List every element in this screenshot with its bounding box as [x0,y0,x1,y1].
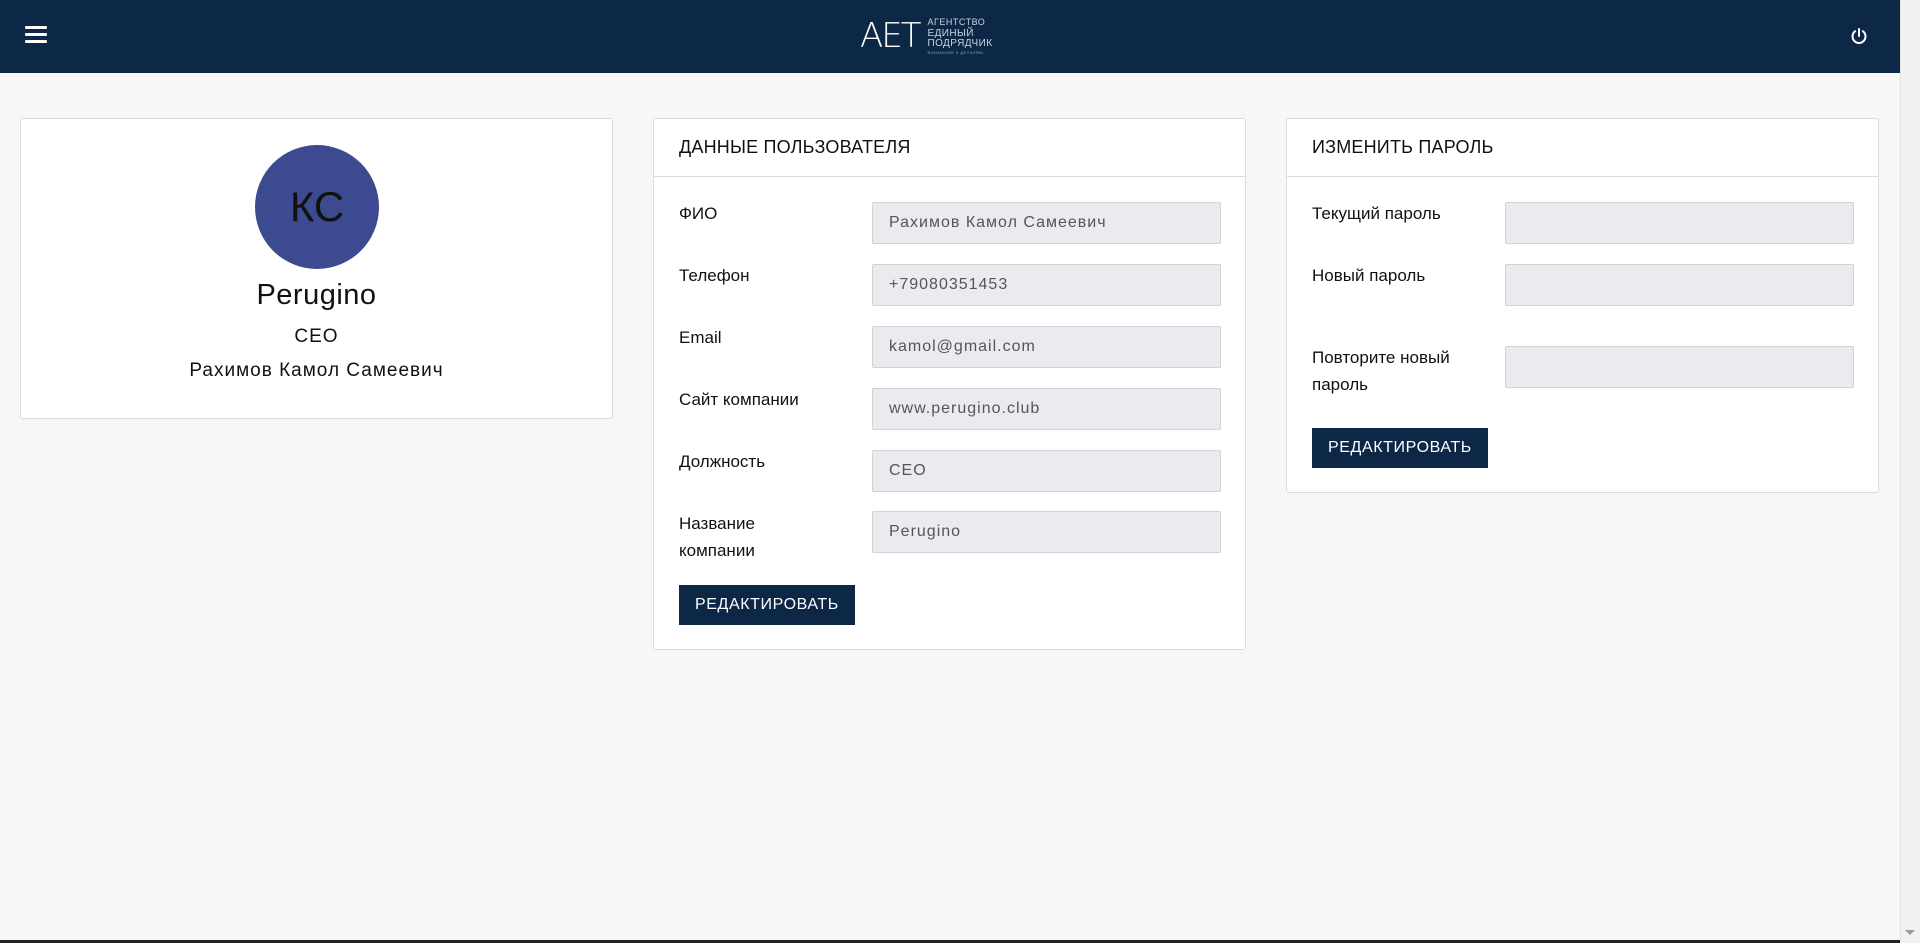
scroll-down-arrow-icon[interactable] [1905,930,1915,935]
phone-field[interactable] [872,264,1221,306]
user-data-card: ДАННЫЕ ПОЛЬЗОВАТЕЛЯ ФИО Телефон Email Са… [653,118,1246,650]
vertical-scrollbar[interactable] [1900,0,1920,943]
fio-field[interactable] [872,202,1221,244]
email-label: Email [679,328,722,347]
email-field[interactable] [872,326,1221,368]
company-name-field[interactable] [872,511,1221,553]
logo-line-3: ВНИМАНИЕ К ДЕТАЛЯМ [927,49,984,55]
company-name-label: Название компании [679,514,755,560]
fio-label: ФИО [679,204,718,223]
phone-label: Телефон [679,266,750,285]
profile-company-name: Perugino [256,279,377,311]
logo-line-1: АГЕНТСТВО [927,16,986,27]
change-password-title: ИЗМЕНИТЬ ПАРОЛЬ [1287,119,1878,177]
repeat-password-field[interactable] [1505,346,1854,388]
top-navbar: AET АГЕНТСТВО ЕДИНЫЙ ПОДРЯДЧИК ВНИМАНИЕ … [0,0,1900,73]
new-password-field[interactable] [1505,264,1854,306]
hamburger-icon[interactable] [25,26,47,46]
new-password-label: Новый пароль [1312,266,1426,285]
profile-full-name: Рахимов Камол Самеевич [189,360,444,381]
current-password-label: Текущий пароль [1312,204,1441,223]
profile-card: КС Perugino CEO Рахимов Камол Самеевич [20,118,613,419]
logo-text: АГЕНТСТВО ЕДИНЫЙ ПОДРЯДЧИК ВНИМАНИЕ К ДЕ… [927,16,1020,55]
website-field[interactable] [872,388,1221,430]
current-password-field[interactable] [1505,202,1854,244]
change-password-card: ИЗМЕНИТЬ ПАРОЛЬ Текущий пароль Новый пар… [1286,118,1879,493]
repeat-password-label: Повторите новый пароль [1312,348,1450,394]
edit-user-button[interactable]: РЕДАКТИРОВАТЬ [679,585,855,625]
logo-line-2: ЕДИНЫЙ ПОДРЯДЧИК [927,27,993,49]
website-label: Сайт компании [679,390,799,409]
avatar: КС [255,145,379,269]
position-label: Должность [679,452,766,471]
logo[interactable]: AET АГЕНТСТВО ЕДИНЫЙ ПОДРЯДЧИК ВНИМАНИЕ … [860,16,1020,56]
profile-role: CEO [294,326,339,347]
user-data-title: ДАННЫЕ ПОЛЬЗОВАТЕЛЯ [654,119,1245,177]
power-icon[interactable] [1850,27,1868,45]
position-field[interactable] [872,450,1221,492]
edit-password-button[interactable]: РЕДАКТИРОВАТЬ [1312,428,1488,468]
logo-mark: AET [860,16,921,56]
